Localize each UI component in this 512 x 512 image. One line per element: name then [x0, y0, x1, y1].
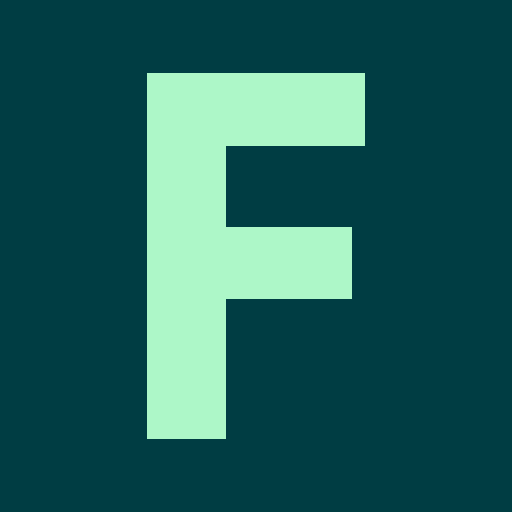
- letter-f-shape: [147, 73, 365, 439]
- letter-f-logo-icon: [147, 73, 365, 439]
- app-icon: [0, 0, 512, 512]
